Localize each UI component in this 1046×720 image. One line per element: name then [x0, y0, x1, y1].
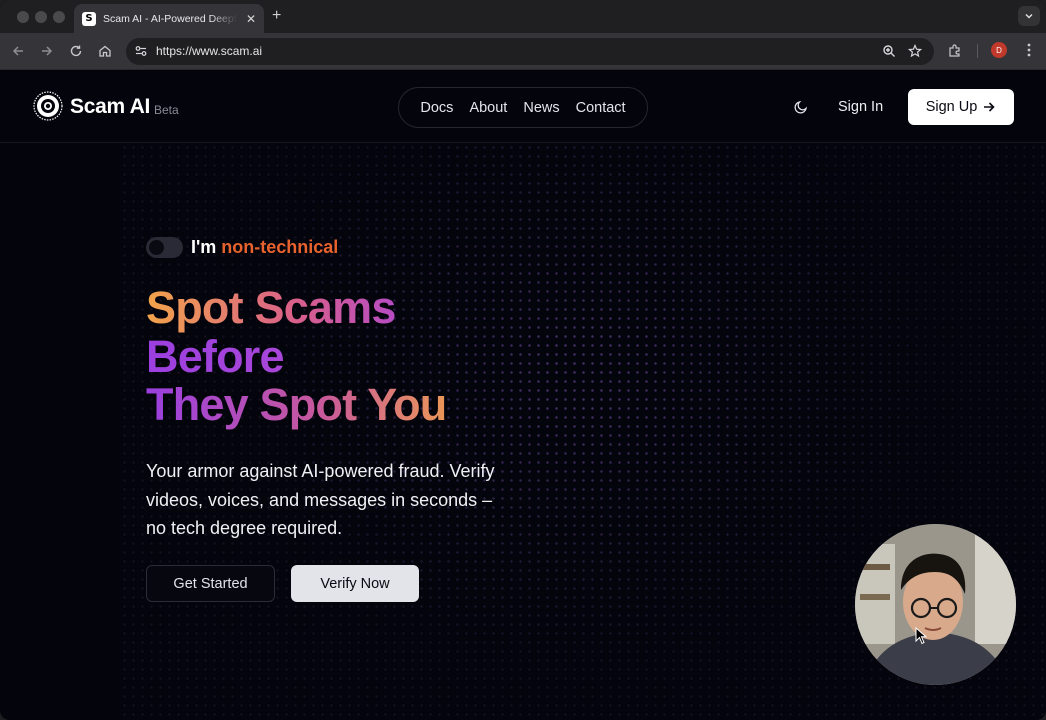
nav-link-docs[interactable]: Docs — [420, 100, 453, 116]
more-menu-icon[interactable] — [1023, 42, 1035, 58]
reload-icon[interactable] — [67, 42, 85, 60]
site-header: Scam AI Beta Docs About News Contact Sig… — [0, 71, 1046, 143]
webcam-overlay[interactable] — [855, 524, 1016, 685]
main-nav: Docs About News Contact — [398, 87, 648, 128]
profile-avatar[interactable]: D — [991, 42, 1007, 58]
get-started-button[interactable]: Get Started — [146, 565, 275, 602]
tab-strip: S Scam AI - AI-Powered Deepfake ✕ + — [0, 0, 1046, 33]
minimize-window-dot[interactable] — [35, 11, 47, 23]
tab-close-icon[interactable]: ✕ — [246, 13, 256, 25]
extensions-icon[interactable] — [947, 43, 963, 59]
tab-search-button[interactable] — [1018, 6, 1040, 26]
verify-now-button[interactable]: Verify Now — [291, 565, 419, 602]
toggle-label-accent: non-technical — [221, 237, 339, 257]
arrow-right-icon — [984, 102, 995, 112]
moon-icon[interactable] — [793, 99, 809, 115]
back-icon[interactable] — [9, 42, 27, 60]
presenter-video — [855, 524, 1016, 685]
site-favicon-icon: S — [82, 11, 96, 26]
eye-logo-icon — [33, 91, 63, 121]
sign-up-label: Sign Up — [925, 99, 978, 115]
mouse-cursor-icon — [915, 627, 927, 645]
site-settings-icon[interactable] — [134, 44, 148, 58]
browser-toolbar: https://www.scam.ai — [0, 33, 1046, 70]
chevron-down-icon — [1025, 13, 1033, 19]
address-bar[interactable]: https://www.scam.ai — [126, 38, 934, 65]
browser-window: S Scam AI - AI-Powered Deepfake ✕ + http… — [0, 0, 1046, 720]
home-icon[interactable] — [96, 42, 114, 60]
browser-tab[interactable]: S Scam AI - AI-Powered Deepfake ✕ — [74, 4, 264, 33]
brand-name: Scam AI — [70, 95, 150, 118]
zoom-icon[interactable] — [882, 44, 896, 58]
new-tab-icon[interactable]: + — [272, 7, 281, 25]
sign-in-link[interactable]: Sign In — [838, 99, 883, 115]
toggle-knob — [149, 240, 164, 255]
maximize-window-dot[interactable] — [53, 11, 65, 23]
hero-title-line-1: Spot Scams — [146, 283, 416, 333]
hero-title-line-3: They Spot You — [146, 380, 472, 430]
audience-toggle-row: I'm non-technical — [146, 237, 338, 258]
hero-subtitle: Your armor against AI-powered fraud. Ver… — [146, 461, 495, 538]
sign-up-button[interactable]: Sign Up — [908, 89, 1014, 125]
nav-link-contact[interactable]: Contact — [576, 100, 626, 116]
hero-title: Spot Scams Before They Spot You — [146, 283, 566, 430]
nav-link-about[interactable]: About — [469, 100, 507, 116]
non-technical-toggle[interactable] — [146, 237, 183, 258]
forward-icon[interactable] — [38, 42, 56, 60]
toolbar-separator — [977, 44, 978, 58]
url-text: https://www.scam.ai — [156, 44, 263, 58]
close-window-dot[interactable] — [17, 11, 29, 23]
beta-badge: Beta — [154, 103, 179, 117]
tab-title: Scam AI - AI-Powered Deepfake — [103, 12, 237, 25]
bookmark-star-icon[interactable] — [908, 44, 922, 58]
site-logo[interactable]: Scam AI Beta — [33, 91, 179, 121]
toggle-label-prefix: I'm — [191, 237, 217, 257]
nav-link-news[interactable]: News — [523, 100, 559, 116]
hero-title-line-2: Before — [146, 332, 296, 382]
